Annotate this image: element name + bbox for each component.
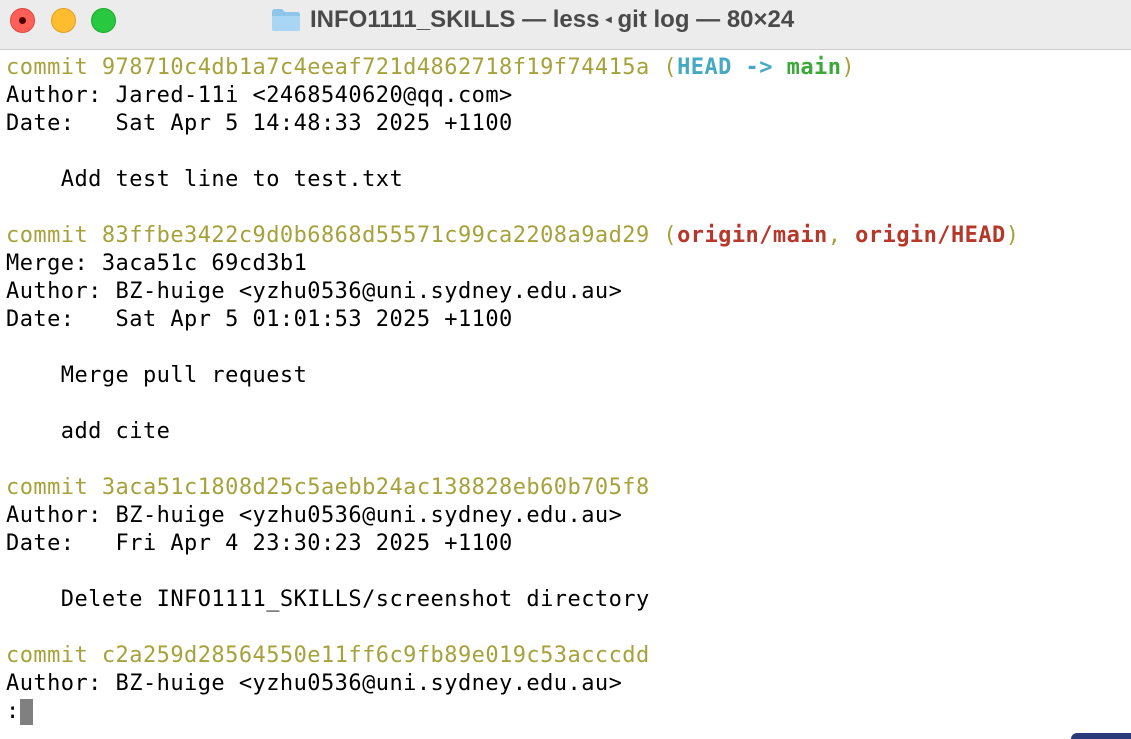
ref-close-paren: )	[1005, 223, 1020, 248]
commit-hash: commit 3aca51c1808d25c5aebb24ac138828eb6…	[6, 475, 650, 500]
author-line: Author: Jared-11i <2468540620@qq.com>	[6, 83, 513, 108]
close-button[interactable]	[10, 8, 35, 33]
background-window-edge	[1071, 733, 1131, 739]
close-icon	[19, 17, 26, 24]
title-bar[interactable]: INFO1111_SKILLS — less ◂ git log — 80×24	[0, 0, 1131, 50]
terminal-window: INFO1111_SKILLS — less ◂ git log — 80×24…	[0, 0, 1131, 739]
commit-line: commit 3aca51c1808d25c5aebb24ac138828eb6…	[6, 474, 650, 502]
title-separator-icon: ◂	[605, 12, 612, 26]
branch-ref: main	[786, 55, 842, 80]
merge-line: Merge: 3aca51c 69cd3b1	[6, 251, 308, 276]
ref-close-paren: )	[841, 55, 856, 80]
author-line: Author: BZ-huige <yzhu0536@uni.sydney.ed…	[6, 671, 623, 696]
prompt-char: :	[6, 699, 20, 724]
head-ref: HEAD ->	[677, 55, 787, 80]
date-line: Date: Fri Apr 4 23:30:23 2025 +1100	[6, 531, 513, 556]
minimize-button[interactable]	[51, 8, 76, 33]
terminal-content[interactable]: commit 978710c4db1a7c4eeaf721d4862718f19…	[0, 54, 1131, 739]
window-title: INFO1111_SKILLS — less ◂ git log — 80×24	[271, 4, 794, 36]
ref-comma: ,	[827, 223, 856, 248]
window-title-suffix: git log — 80×24	[617, 6, 795, 33]
remote-ref: origin/HEAD	[855, 223, 1006, 248]
date-line: Date: Sat Apr 5 01:01:53 2025 +1100	[6, 307, 513, 332]
commit-message: Delete INFO1111_SKILLS/screenshot direct…	[6, 587, 650, 612]
folder-icon	[271, 8, 301, 32]
commit-hash: commit c2a259d28564550e11ff6c9fb89e019c5…	[6, 643, 650, 668]
commit-message: add cite	[6, 419, 171, 444]
commit-message: Add test line to test.txt	[6, 167, 404, 192]
author-line: Author: BZ-huige <yzhu0536@uni.sydney.ed…	[6, 503, 623, 528]
commit-message: Merge pull request	[6, 363, 308, 388]
ref-open-paren: (	[649, 223, 678, 248]
commit-line: commit c2a259d28564550e11ff6c9fb89e019c5…	[6, 642, 650, 670]
author-line: Author: BZ-huige <yzhu0536@uni.sydney.ed…	[6, 279, 623, 304]
commit-hash: commit 978710c4db1a7c4eeaf721d4862718f19…	[6, 55, 650, 80]
commit-line: commit 83ffbe3422c9d0b6868d55571c99ca220…	[6, 222, 1019, 250]
less-prompt[interactable]: :	[6, 698, 33, 726]
commit-line: commit 978710c4db1a7c4eeaf721d4862718f19…	[6, 54, 855, 82]
text-cursor	[19, 699, 33, 725]
remote-ref: origin/main	[677, 223, 828, 248]
ref-open-paren: (	[649, 55, 678, 80]
commit-hash: commit 83ffbe3422c9d0b6868d55571c99ca220…	[6, 223, 650, 248]
window-title-text: INFO1111_SKILLS — less	[310, 6, 600, 33]
date-line: Date: Sat Apr 5 14:48:33 2025 +1100	[6, 111, 513, 136]
zoom-button[interactable]	[91, 8, 116, 33]
